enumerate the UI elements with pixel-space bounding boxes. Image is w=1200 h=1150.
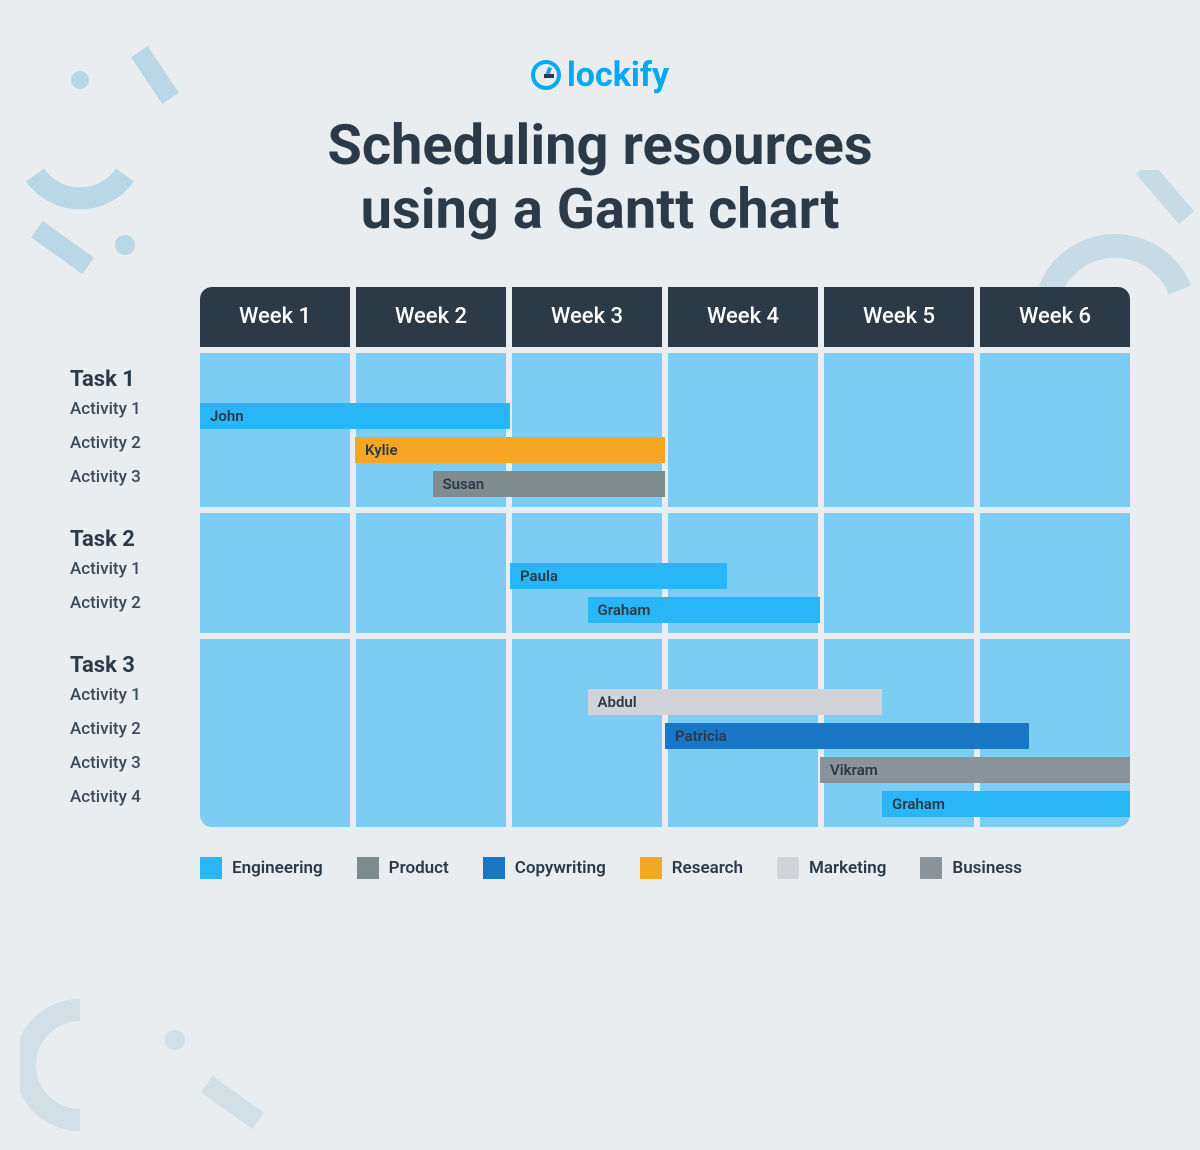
activity-label: Activity 1 <box>70 552 200 586</box>
legend-swatch <box>357 857 379 879</box>
legend-item: Copywriting <box>483 857 606 879</box>
legend-label: Business <box>952 858 1022 878</box>
legend-label: Product <box>389 858 449 878</box>
gantt-bar-label: Paula <box>520 567 558 585</box>
column-header: Week 2 <box>356 287 506 347</box>
task-label: Task 2 <box>70 513 200 552</box>
legend-item: Engineering <box>200 857 323 879</box>
legend-item: Business <box>920 857 1022 879</box>
gantt-bar: Kylie <box>355 437 665 463</box>
gantt-bar: Paula <box>510 563 727 589</box>
legend-swatch <box>920 857 942 879</box>
legend-swatch <box>483 857 505 879</box>
clock-icon <box>531 60 561 90</box>
grid-cell <box>980 513 1130 633</box>
column-header: Week 5 <box>824 287 974 347</box>
legend-label: Copywriting <box>515 858 606 878</box>
activity-label: Activity 1 <box>70 392 200 426</box>
gantt-bar-label: Abdul <box>598 693 637 711</box>
gantt-bar: Graham <box>882 791 1130 817</box>
activity-label: Activity 1 <box>70 678 200 712</box>
legend-label: Research <box>672 858 743 878</box>
task-label: Task 3 <box>70 639 200 678</box>
legend-label: Marketing <box>809 858 886 878</box>
legend-item: Product <box>357 857 449 879</box>
decor-bottom-left <box>20 980 280 1140</box>
legend-label: Engineering <box>232 858 323 878</box>
gantt-bar-label: Patricia <box>675 727 727 745</box>
legend-swatch <box>777 857 799 879</box>
grid-cell <box>512 639 662 827</box>
column-header: Week 4 <box>668 287 818 347</box>
activity-label: Activity 2 <box>70 426 200 460</box>
title-line-1: Scheduling resources <box>0 113 1200 177</box>
title-line-2: using a Gantt chart <box>0 177 1200 241</box>
gantt-bar: Susan <box>433 471 666 497</box>
column-header: Week 6 <box>980 287 1130 347</box>
gantt-bar-label: Graham <box>892 795 945 813</box>
grid-cell <box>668 353 818 507</box>
legend-swatch <box>640 857 662 879</box>
brand-name: lockify <box>531 55 669 95</box>
grid-cell <box>200 353 350 507</box>
grid-cell <box>200 513 350 633</box>
column-header: Week 3 <box>512 287 662 347</box>
grid-cell <box>356 513 506 633</box>
gantt-bar: Patricia <box>665 723 1029 749</box>
gantt-bar-label: Kylie <box>365 441 398 459</box>
gantt-bar: Graham <box>588 597 821 623</box>
gantt-bar-label: Graham <box>598 601 651 619</box>
activity-label: Activity 4 <box>70 780 200 814</box>
page-title: Scheduling resources using a Gantt chart <box>0 113 1200 242</box>
column-header: Week 1 <box>200 287 350 347</box>
activity-label: Activity 2 <box>70 712 200 746</box>
activity-label: Activity 2 <box>70 586 200 620</box>
activity-label: Activity 3 <box>70 746 200 780</box>
brand-header: lockify <box>0 0 1200 95</box>
gantt-bar: Vikram <box>820 757 1130 783</box>
gantt-bar-label: Susan <box>443 475 485 493</box>
legend-swatch <box>200 857 222 879</box>
task-label: Task 1 <box>70 353 200 392</box>
legend-item: Research <box>640 857 743 879</box>
gantt-bar-label: John <box>210 407 244 425</box>
grid-cell <box>200 639 350 827</box>
gantt-bar-label: Vikram <box>830 761 878 779</box>
activity-label: Activity 3 <box>70 460 200 494</box>
grid-cell <box>356 639 506 827</box>
legend-item: Marketing <box>777 857 886 879</box>
legend: Engineering Product Copywriting Research Mar… <box>200 857 1130 879</box>
brand-text: lockify <box>567 55 669 95</box>
gantt-bar: John <box>200 403 510 429</box>
gantt-chart: Week 1Week 2Week 3Week 4Week 5Week 6 Tas… <box>70 287 1130 827</box>
grid-cell <box>980 353 1130 507</box>
gantt-bar: Abdul <box>588 689 883 715</box>
grid-cell <box>824 353 974 507</box>
grid-cell <box>824 513 974 633</box>
